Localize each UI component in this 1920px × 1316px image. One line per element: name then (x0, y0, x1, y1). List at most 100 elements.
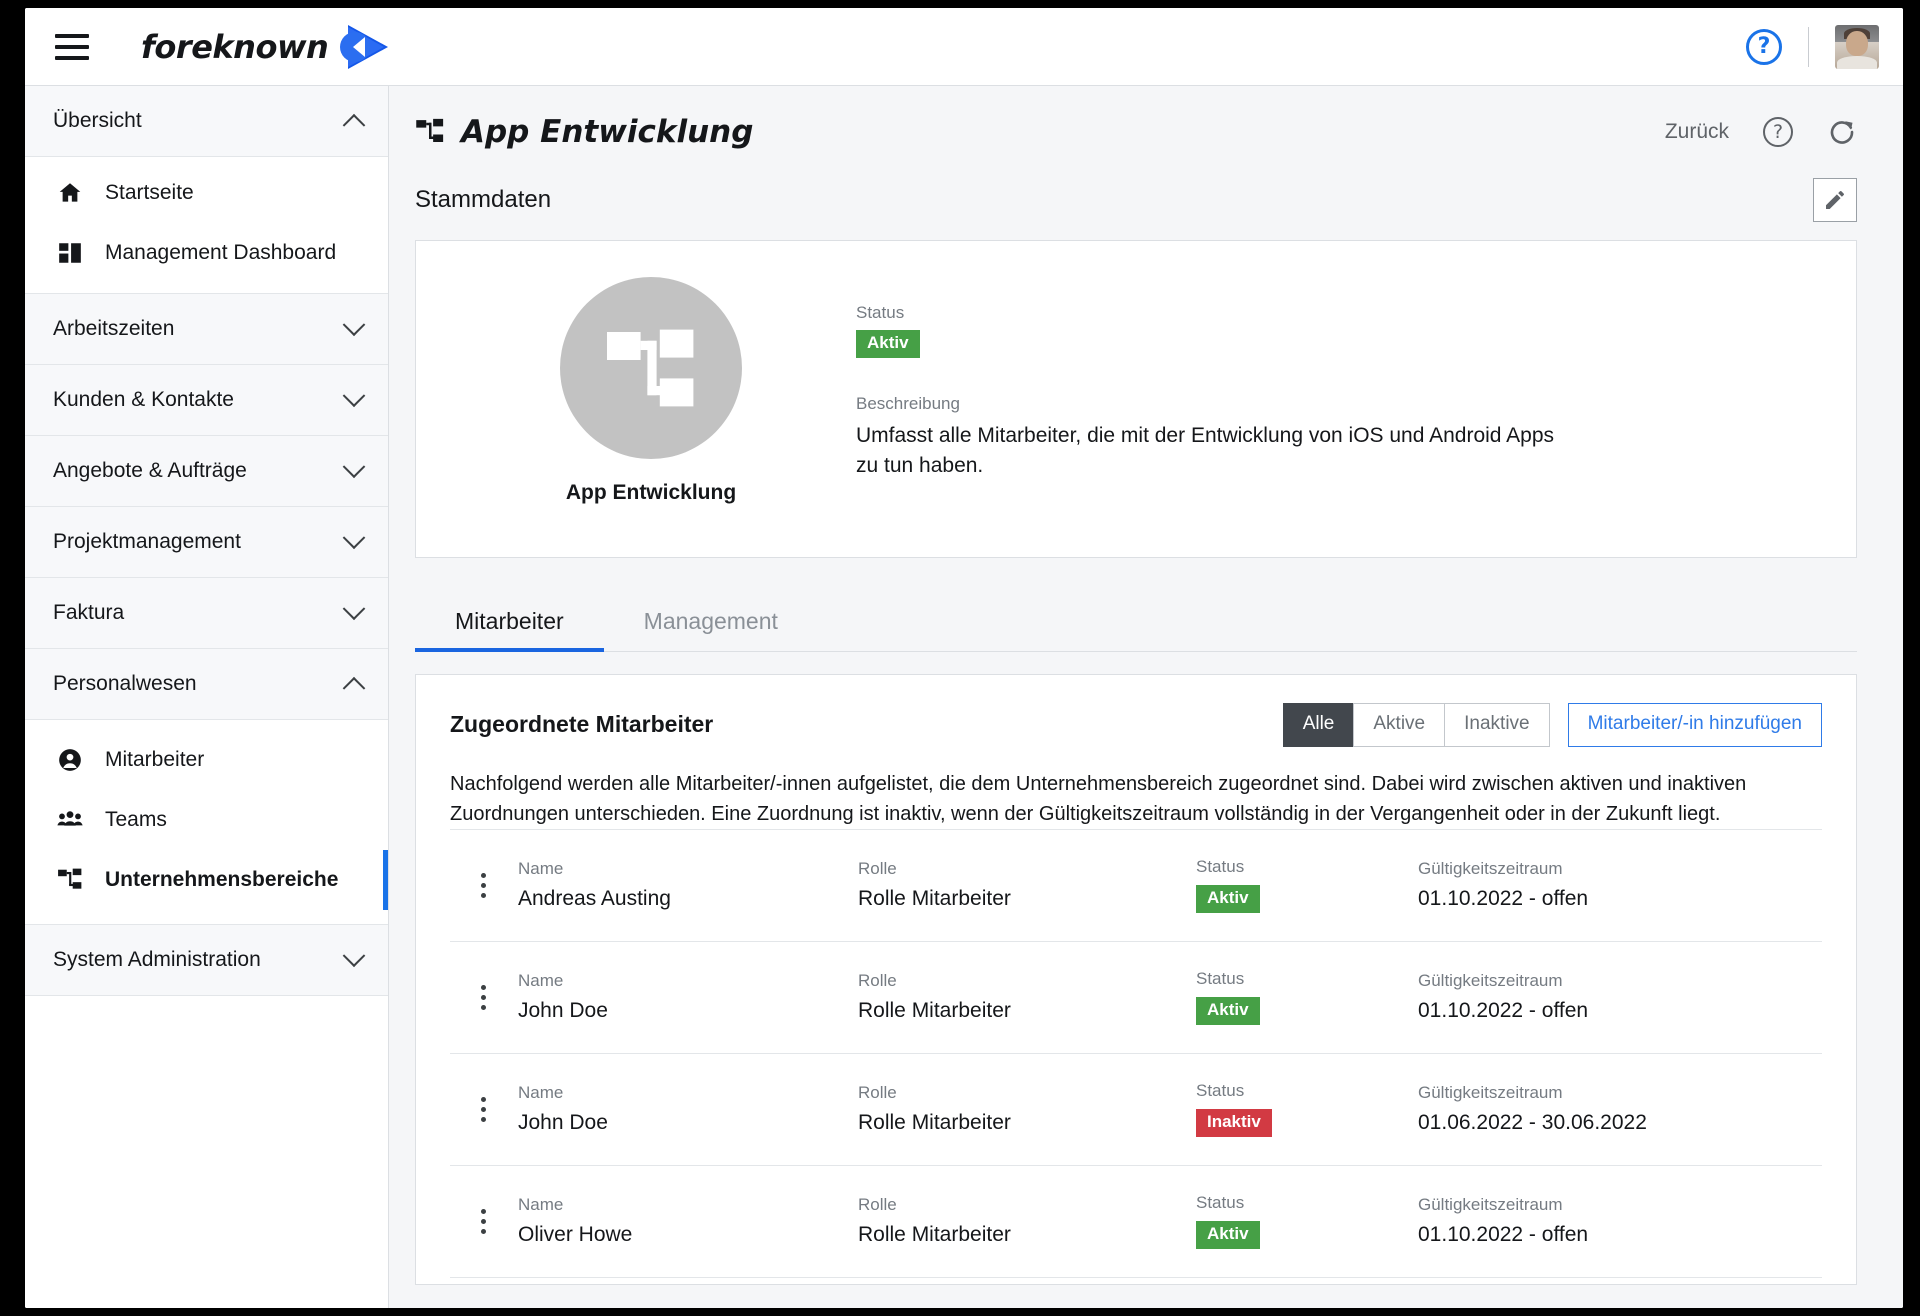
row-menu-icon[interactable] (466, 872, 500, 898)
sidebar-group-angebote-auftraege[interactable]: Angebote & Aufträge (25, 436, 388, 507)
row-menu-icon[interactable] (466, 1208, 500, 1234)
table-row[interactable]: Name Oliver Howe Rolle Rolle Mitarbeiter… (450, 1164, 1822, 1277)
sidebar-group-uebersicht[interactable]: Übersicht (25, 86, 388, 157)
sidebar-group-label: Faktura (53, 601, 125, 624)
value-period: 01.10.2022 - offen (1418, 887, 1589, 911)
cell-name: Name John Doe (518, 1083, 858, 1135)
refresh-button[interactable] (1827, 117, 1857, 147)
add-employee-button[interactable]: Mitarbeiter/-in hinzufügen (1567, 702, 1822, 747)
sidebar-item-label: Teams (105, 808, 167, 831)
user-avatar[interactable] (1835, 24, 1879, 69)
status-badge: Inaktiv (1196, 1109, 1272, 1138)
org-chart-icon (607, 329, 694, 407)
entity-avatar (560, 277, 742, 459)
table-row[interactable]: Name John Doe Rolle Rolle Mitarbeiter St… (450, 940, 1822, 1053)
foreknown-mark-icon (340, 24, 389, 69)
sidebar-group-personalwesen[interactable]: Personalwesen (25, 649, 388, 720)
sidebar-group-label: Arbeitszeiten (53, 317, 175, 340)
entity-avatar-block: App Entwicklung (456, 271, 846, 517)
table-row[interactable]: Name John Doe Rolle Rolle Mitarbeiter St… (450, 1052, 1822, 1165)
column-label-period: Gültigkeitszeitraum (1418, 1195, 1563, 1215)
status-label: Status (856, 303, 905, 322)
sidebar-item-mitarbeiter[interactable]: Mitarbeiter (25, 730, 388, 790)
section-header: Stammdaten (389, 150, 1903, 222)
sidebar-group-faktura[interactable]: Faktura (25, 578, 388, 649)
chevron-down-icon (342, 313, 366, 337)
column-label-role: Rolle (858, 971, 897, 991)
page-header: App Entwicklung Zurück ? (389, 86, 1903, 150)
sidebar-item-unternehmensbereiche[interactable]: Unternehmensbereiche (25, 850, 388, 910)
row-menu-icon[interactable] (466, 984, 500, 1010)
value-period: 01.10.2022 - offen (1418, 999, 1589, 1023)
column-label-period: Gültigkeitszeitraum (1418, 859, 1563, 879)
status-badge: Aktiv (1196, 885, 1260, 914)
row-menu-icon[interactable] (466, 1096, 500, 1122)
column-label-status: Status (1196, 1081, 1245, 1101)
list-actions: Alle Aktive Inaktive Mitarbeiter/-in hin… (1282, 702, 1822, 747)
sidebar-group-arbeitszeiten[interactable]: Arbeitszeiten (25, 294, 388, 365)
sidebar-item-management-dashboard[interactable]: Management Dashboard (25, 223, 388, 283)
value-role: Rolle Mitarbeiter (858, 1223, 1011, 1247)
help-circle-icon: ? (1763, 117, 1793, 147)
value-role: Rolle Mitarbeiter (858, 887, 1011, 911)
refresh-icon (1830, 121, 1854, 144)
column-label-name: Name (518, 859, 564, 879)
cell-period: Gültigkeitszeitraum 01.10.2022 - offen (1418, 971, 1822, 1023)
status-badge: Aktiv (856, 330, 920, 358)
sidebar-group-label: Projektmanagement (53, 530, 241, 553)
sidebar-group-projektmanagement[interactable]: Projektmanagement (25, 507, 388, 578)
screen-frame: foreknown ? Übersicht Startseite Managem… (0, 0, 1920, 1316)
page-title-text: App Entwicklung (461, 114, 754, 150)
edit-button[interactable] (1813, 178, 1857, 222)
tab-management[interactable]: Management (604, 594, 818, 651)
back-link[interactable]: Zurück (1665, 120, 1729, 144)
cell-role: Rolle Rolle Mitarbeiter (858, 1195, 1196, 1247)
sidebar-group-kunden-kontakte[interactable]: Kunden & Kontakte (25, 365, 388, 436)
divider (1808, 26, 1809, 67)
status-badge: Aktiv (1196, 1221, 1260, 1250)
cell-status: Status Aktiv (1196, 969, 1418, 1026)
sidebar-group-label: System Administration (53, 948, 261, 971)
table-row[interactable]: Name Andreas Austing Rolle Rolle Mitarbe… (450, 828, 1822, 941)
cell-period: Gültigkeitszeitraum 01.10.2022 - offen (1418, 1195, 1822, 1247)
sidebar-item-startseite[interactable]: Startseite (25, 163, 388, 223)
tab-mitarbeiter[interactable]: Mitarbeiter (415, 594, 604, 652)
help-circle-icon[interactable]: ? (1746, 28, 1782, 65)
brand-logo[interactable]: foreknown (141, 24, 389, 69)
column-label-role: Rolle (858, 859, 897, 879)
value-name: John Doe (518, 999, 608, 1023)
value-name: Oliver Howe (518, 1223, 633, 1247)
person-icon (59, 749, 81, 771)
top-bar: foreknown ? (25, 8, 1903, 86)
sidebar-group-label: Angebote & Aufträge (53, 459, 247, 482)
cell-name: Name John Doe (518, 971, 858, 1023)
sidebar-item-teams[interactable]: Teams (25, 790, 388, 850)
value-period: 01.10.2022 - offen (1418, 1223, 1589, 1247)
value-name: John Doe (518, 1111, 608, 1135)
cell-name: Name Oliver Howe (518, 1195, 858, 1247)
sidebar-group-label: Übersicht (53, 109, 142, 132)
filter-inaktive[interactable]: Inaktive (1444, 702, 1550, 747)
filter-aktive[interactable]: Aktive (1353, 702, 1445, 747)
hamburger-icon[interactable] (49, 24, 95, 70)
column-label-status: Status (1196, 969, 1245, 989)
sidebar-item-label: Startseite (105, 181, 194, 204)
org-chart-icon (58, 868, 82, 889)
org-chart-icon (416, 118, 444, 142)
sidebar-group-system-administration[interactable]: System Administration (25, 925, 388, 996)
column-label-role: Rolle (858, 1083, 897, 1103)
sidebar: Übersicht Startseite Management Dashboar… (25, 86, 389, 1308)
assigned-employees-card: Zugeordnete Mitarbeiter Alle Aktive Inak… (415, 673, 1857, 1285)
tab-bar: Mitarbeiter Management (415, 594, 1857, 652)
column-label-status: Status (1196, 857, 1245, 877)
filter-alle[interactable]: Alle (1282, 702, 1354, 747)
sidebar-group-label: Personalwesen (53, 672, 197, 695)
column-label-name: Name (518, 971, 564, 991)
brand-name: foreknown (141, 27, 329, 66)
chevron-down-icon (342, 455, 366, 479)
description-field: Beschreibung Umfasst alle Mitarbeiter, d… (856, 394, 1816, 481)
column-label-period: Gültigkeitszeitraum (1418, 1083, 1563, 1103)
pencil-icon (1826, 191, 1844, 209)
section-title: Stammdaten (415, 186, 552, 213)
help-button[interactable]: ? (1763, 117, 1793, 147)
